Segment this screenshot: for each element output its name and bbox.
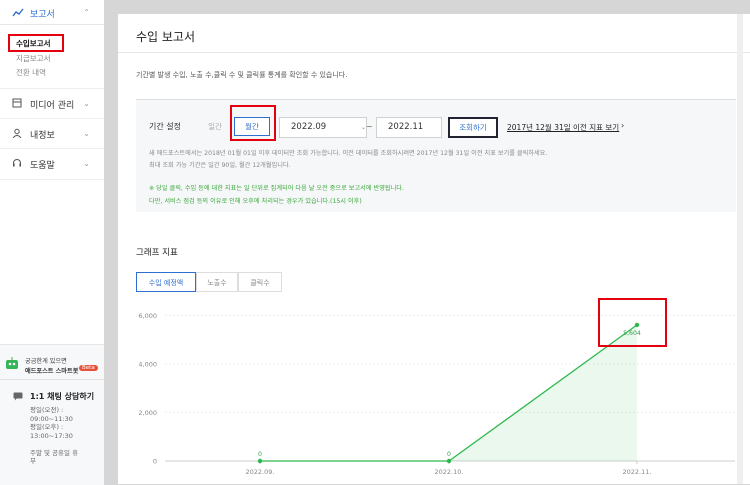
chat-hours-line: 09:00~11:30: [30, 414, 73, 423]
period-green-note: 다만, 서비스 점검 등의 이유로 인해 오후에 처리되는 경우가 있습니다.(…: [149, 198, 362, 205]
period-settings: 기간 설정 일간 월간 2022.09 ⌄ ~ 2022.11 조회하기 201…: [136, 99, 736, 212]
sidebar-item-myinfo[interactable]: 내정보 ⌄: [0, 118, 104, 149]
old-report-link[interactable]: 2017년 12월 31일 이전 지표 보기: [507, 122, 619, 133]
data-point: [446, 458, 452, 464]
tab-income[interactable]: 수입 예정액: [136, 272, 196, 292]
beta-badge: Beta: [79, 365, 98, 371]
chat-hours-line: [30, 440, 78, 449]
chat-consult-link[interactable]: 1:1 채팅 상담하기: [30, 391, 94, 402]
y-tick-label: 6,000: [138, 312, 157, 320]
sidebar-subitem-payment-report[interactable]: 지급보고서: [16, 53, 51, 64]
highlight-box: [598, 298, 667, 347]
sidebar: 보고서 ⌃ 수입보고서 지급보고서 전환 내역 미디어 관리 ⌄ 내정보 ⌄ 도…: [0, 0, 104, 485]
sidebar-item-label: 도움말: [30, 161, 55, 171]
sidebar-bottom-panel: 궁금한게 있으면 애드포스트 스마트봇 Beta 1:1 채팅 상담하기 평일(…: [0, 344, 104, 485]
tab-impressions[interactable]: 노출수: [196, 272, 238, 292]
main-panel: 수입 보고서 기간별 발생 수입, 노출 수,클릭 수 및 클릭률 통계를 확인…: [118, 14, 750, 484]
sidebar-item-label: 보고서: [30, 10, 55, 20]
y-tick-label: 0: [153, 458, 157, 466]
page-description: 기간별 발생 수입, 노출 수,클릭 수 및 클릭률 통계를 확인할 수 있습니…: [136, 71, 348, 79]
chat-hours-line: 주말 및 공휴일 휴: [30, 448, 79, 457]
range-separator: ~: [366, 122, 373, 131]
sidebar-item-media[interactable]: 미디어 관리 ⌄: [0, 88, 104, 119]
x-tick-label: 2022.11.: [623, 468, 652, 476]
smartbot-line1: 궁금한게 있으면: [25, 358, 67, 365]
sidebar-item-report[interactable]: 보고서 ⌃: [0, 0, 104, 25]
y-tick-label: 2,000: [138, 409, 157, 417]
highlight-box: [230, 105, 276, 141]
period-label: 기간 설정: [149, 122, 181, 131]
sidebar-subitem-conversion[interactable]: 전환 내역: [16, 67, 46, 78]
headset-icon: [13, 159, 21, 167]
sidebar-item-help[interactable]: 도움말 ⌄: [0, 148, 104, 180]
chat-hours-line: 평일(오후) :: [30, 423, 64, 431]
end-month-select[interactable]: 2022.11: [376, 117, 442, 138]
period-note: 새 애드포스트에서는 2018년 01월 01일 이후 데이터만 조회 가능합니…: [149, 150, 548, 157]
daily-button[interactable]: 일간: [198, 117, 232, 136]
chat-hours-line: 평일(오전) :: [30, 406, 64, 414]
chevron-right-icon[interactable]: ›: [621, 121, 624, 130]
page-title: 수입 보고서: [136, 30, 196, 44]
robot-icon: [6, 357, 18, 369]
data-point: [257, 458, 263, 464]
chevron-down-icon: ⌄: [83, 159, 90, 168]
data-label: 0: [447, 451, 451, 458]
data-label: 0: [258, 451, 262, 458]
user-icon: [12, 128, 22, 138]
tab-clicks[interactable]: 클릭수: [238, 272, 282, 292]
smartbot-banner[interactable]: 궁금한게 있으면 애드포스트 스마트봇 Beta: [0, 345, 104, 379]
smartbot-line2: 애드포스트 스마트봇: [25, 368, 79, 375]
chat-hours-line: 13:00~17:30: [30, 431, 73, 440]
chart-line-icon: [12, 8, 24, 17]
chevron-up-icon[interactable]: ⌃: [83, 8, 90, 17]
chat-icon: [13, 392, 23, 401]
start-month-select[interactable]: 2022.09: [279, 117, 367, 138]
period-note: 최대 조회 가능 기간은 일간 90일, 월간 12개월입니다.: [149, 162, 291, 169]
sidebar-item-label: 미디어 관리: [30, 101, 75, 111]
y-tick-label: 4,000: [138, 360, 157, 368]
x-tick-label: 2022.10.: [435, 468, 464, 476]
sidebar-item-label: 내정보: [30, 131, 55, 141]
x-tick-label: 2022.09.: [246, 468, 275, 476]
search-button[interactable]: 조회하기: [448, 117, 498, 138]
chat-hours-line: 무: [30, 457, 36, 465]
period-green-note: ※ 당일 클릭, 수입 등에 대한 지표는 일 단위로 집계되어 다음 날 오전…: [149, 185, 404, 192]
chevron-down-icon: ⌄: [83, 129, 90, 138]
scrollbar[interactable]: [737, 14, 743, 484]
graph-title: 그래프 지표: [136, 248, 178, 258]
media-icon: [12, 98, 22, 108]
highlight-box: [8, 34, 64, 52]
chevron-down-icon: ⌄: [83, 99, 90, 108]
